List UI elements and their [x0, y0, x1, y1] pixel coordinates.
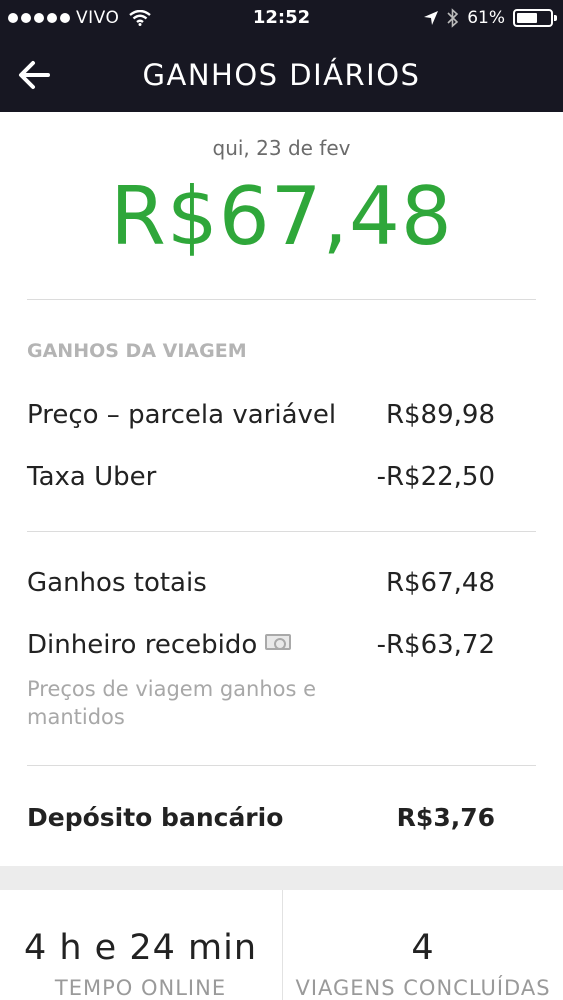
row-value: -R$63,72 [376, 630, 495, 660]
row-label: Taxa Uber [27, 462, 157, 492]
stat-label: TEMPO ONLINE [54, 976, 227, 1000]
section-separator [0, 866, 563, 890]
row-value: -R$22,50 [376, 462, 495, 492]
stat-value: 4 h e 24 min [23, 928, 258, 968]
section-label-trip-earnings: GANHOS DA VIAGEM [27, 340, 247, 362]
top-bar: VIVO 12:52 61% GANHOS DIÁRIOS [0, 0, 563, 112]
page-title: GANHOS DIÁRIOS [142, 58, 421, 92]
location-arrow-icon [424, 11, 439, 25]
status-right: 61% [423, 8, 557, 28]
cash-icon [265, 634, 292, 650]
battery-icon [513, 9, 557, 27]
row-label: Preço – parcela variável [27, 400, 337, 430]
deposit-label: Depósito bancário [27, 803, 284, 832]
battery-fill [517, 13, 537, 23]
stat-online-time: 4 h e 24 min TEMPO ONLINE [0, 890, 281, 1000]
status-bar: VIVO 12:52 61% [0, 0, 563, 36]
row-label: Dinheiro recebido [27, 630, 292, 660]
summary-date: qui, 23 de fev [212, 136, 351, 160]
row-value: R$89,98 [385, 400, 495, 430]
divider [27, 765, 536, 766]
row-label: Ganhos totais [27, 568, 207, 598]
stats-panel: 4 h e 24 min TEMPO ONLINE 4 VIAGENS CONC… [0, 890, 563, 1000]
deposit-value: R$3,76 [396, 803, 495, 832]
row-value: R$67,48 [385, 568, 495, 598]
nav-bar: GANHOS DIÁRIOS [0, 38, 563, 112]
cash-note: Preços de viagem ganhos e mantidos [27, 677, 317, 729]
stat-value: 4 [411, 928, 435, 968]
stat-trips-completed: 4 VIAGENS CONCLUÍDAS [282, 890, 563, 1000]
stat-label: VIAGENS CONCLUÍDAS [295, 976, 551, 1000]
row-label-text: Dinheiro recebido [27, 630, 258, 660]
summary-total: R$67,48 [110, 170, 453, 263]
divider [27, 299, 536, 300]
bluetooth-icon [447, 8, 459, 28]
battery-percent: 61% [467, 8, 505, 28]
divider [27, 531, 536, 532]
